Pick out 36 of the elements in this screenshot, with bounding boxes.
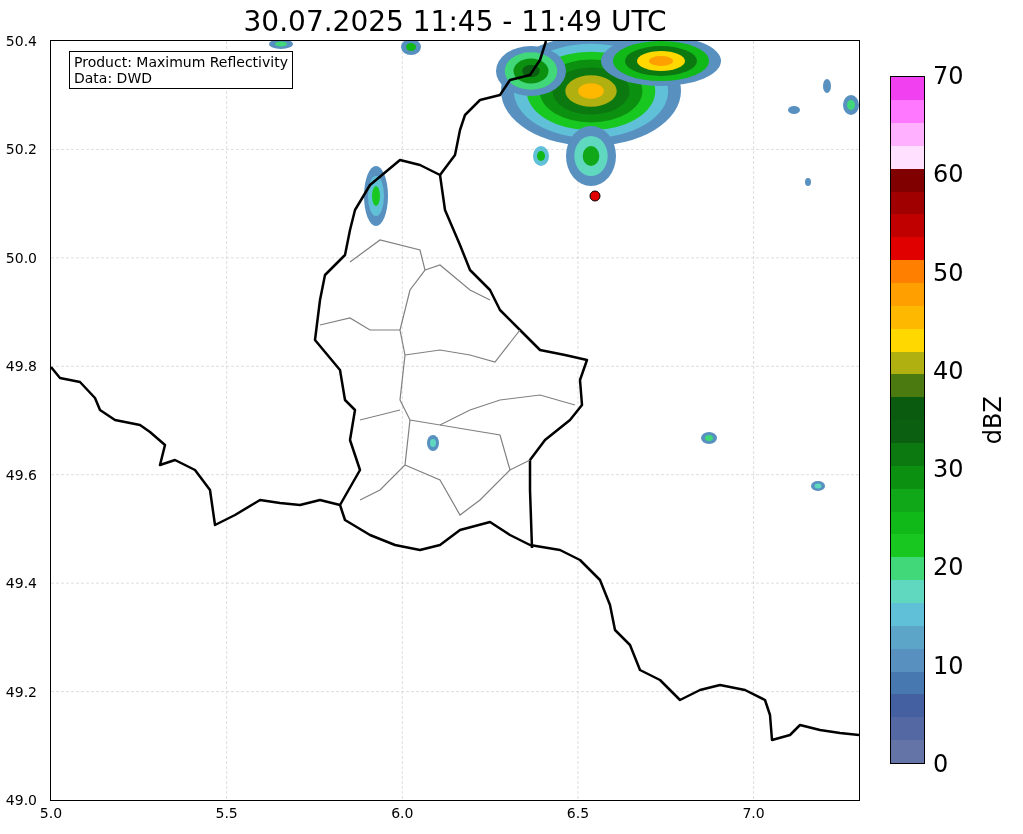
axis-tick-label: 49.2 [5, 683, 38, 700]
axis-tick-label: 50.4 [5, 33, 38, 49]
axis-tick-label: 5.5 [215, 805, 238, 821]
info-text: Product: Maximum Reflectivity [74, 54, 288, 70]
axis-tick-label: 7.0 [742, 805, 765, 821]
colorbar-tick-label: 0 [933, 751, 949, 777]
colorbar-label: dBZ [978, 395, 1008, 445]
axis-tick-label: 49.0 [5, 792, 38, 808]
colorbar-tick-label: 20 [933, 554, 964, 581]
colorbar-tick-label: 70 [933, 63, 964, 89]
colorbar-tick-label: 60 [933, 161, 964, 188]
radar-echo [823, 79, 831, 93]
radar-echo [805, 178, 811, 186]
radar-echo [364, 166, 388, 226]
axis-tick-label: 6.0 [391, 805, 414, 821]
radar-echo [427, 435, 439, 451]
radar-echo [811, 481, 825, 491]
radar-echo [401, 41, 421, 55]
location-marker [589, 190, 601, 202]
colorbar-tick-label: 50 [933, 259, 964, 286]
radar-echo [788, 106, 800, 114]
axis-tick-label: 6.5 [566, 805, 590, 821]
axis-tick-label: 49.4 [5, 575, 38, 592]
colorbar-tick-label: 30 [933, 456, 964, 483]
axis-tick-label: 49.8 [5, 358, 38, 375]
axis-tick-label: 5.0 [39, 805, 63, 821]
colorbar-tick-label: 10 [933, 652, 964, 679]
axis-tick-label: 50.2 [5, 141, 38, 158]
axis-tick-label: 49.6 [5, 466, 38, 483]
radar-echo [843, 95, 859, 115]
colorbar-tick-label: 40 [933, 357, 964, 384]
chart-title: 30.07.2025 11:45 - 11:49 UTC [243, 4, 667, 40]
radar-echo [701, 432, 717, 444]
info-text: Data: DWD [74, 70, 153, 86]
axis-tick-label: 50.0 [5, 249, 38, 266]
radar-echo [269, 41, 293, 49]
